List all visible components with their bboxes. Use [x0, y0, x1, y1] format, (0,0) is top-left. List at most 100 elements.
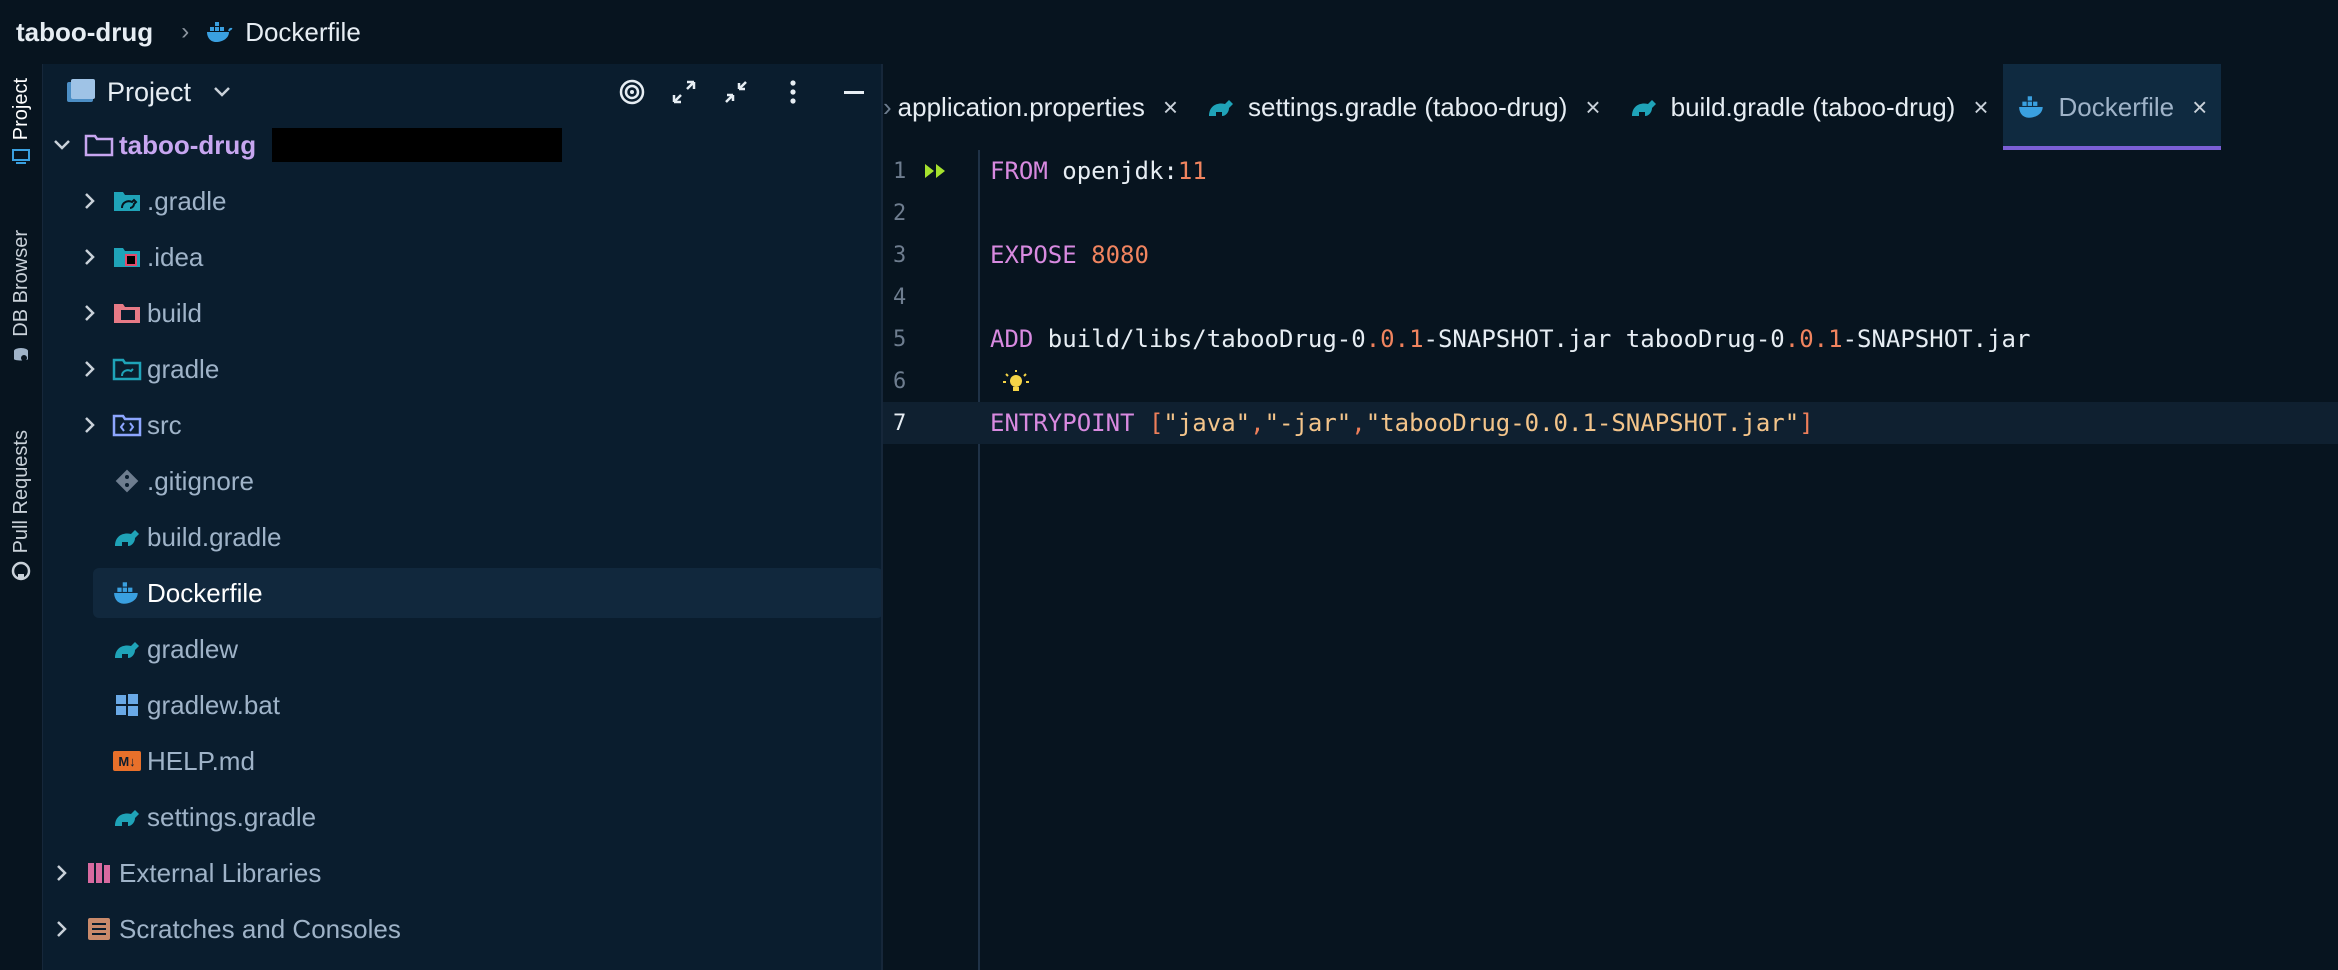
folder-icon [111, 353, 143, 385]
code-line[interactable]: 2 [883, 192, 2338, 234]
chevron-down-icon[interactable] [213, 86, 231, 98]
lightbulb-icon[interactable] [1001, 368, 1031, 396]
tree-root-label: taboo-drug [119, 129, 257, 160]
gradle-elephant-icon [111, 633, 143, 665]
code-token-id: build/libs/tabooDrug-0 [1033, 325, 1366, 353]
tree-item-help-md[interactable]: M↓ HELP.md [111, 736, 881, 786]
gradle-elephant-icon [111, 521, 143, 553]
module-folder-icon [83, 129, 115, 161]
editor-tabs: › application.properties × settings.grad… [883, 64, 2338, 150]
source-folder-icon [111, 409, 143, 441]
code-token-kw: ADD [990, 325, 1034, 353]
code-token-num: 1 [1409, 325, 1424, 353]
tab-build-gradle[interactable]: build.gradle (taboo-drug) × [1615, 64, 2003, 150]
code-line-current[interactable]: 7 ENTRYPOINT ["java","-jar","tabooDrug-0… [883, 402, 2338, 444]
code-token-id: -SNAPSHOT.jar [1842, 325, 2031, 353]
editor-area: › application.properties × settings.grad… [883, 64, 2338, 970]
close-icon[interactable]: × [1163, 92, 1178, 123]
code-token-num: 0 [1380, 325, 1395, 353]
chevron-right-icon[interactable] [49, 920, 75, 938]
code-token-kw: FROM [990, 157, 1048, 185]
gradle-elephant-icon [1206, 94, 1236, 120]
tree-item-build-gradle[interactable]: build.gradle [111, 512, 881, 562]
code-token-id: -SNAPSHOT.jar tabooDrug-0 [1423, 325, 1785, 353]
chevron-right-icon[interactable] [49, 864, 75, 882]
code-token-str: "java" [1163, 409, 1251, 437]
close-icon[interactable]: × [1585, 92, 1600, 123]
github-icon [11, 561, 31, 581]
chevron-right-icon[interactable] [77, 304, 103, 322]
tree-item-scratches[interactable]: Scratches and Consoles [43, 904, 881, 954]
chevron-right-icon[interactable] [77, 416, 103, 434]
chevron-right-icon: › [883, 91, 892, 122]
tool-window-strip: Project DB Browser Pull Requests [0, 64, 43, 970]
tree-item-gitignore[interactable]: .gitignore [111, 456, 881, 506]
git-icon [111, 465, 143, 497]
docker-icon [2017, 95, 2047, 119]
side-tab-project[interactable]: Project [0, 78, 42, 166]
tree-item-gradlew[interactable]: gradlew [111, 624, 881, 674]
run-icon[interactable] [923, 161, 949, 181]
library-icon [83, 857, 115, 889]
gradle-elephant-icon [111, 801, 143, 833]
side-tab-db-browser[interactable]: DB Browser [0, 230, 42, 365]
scratches-icon [83, 913, 115, 945]
code-line[interactable]: 1 FROM openjdk:11 [883, 150, 2338, 192]
code-token-id: openjdk: [1047, 157, 1178, 185]
code-line[interactable]: 5 ADD build/libs/tabooDrug-0.0.1-SNAPSHO… [883, 318, 2338, 360]
chevron-right-icon[interactable] [77, 360, 103, 378]
tree-item-external-libraries[interactable]: External Libraries [43, 848, 881, 898]
code-token-pun: . [1784, 325, 1800, 353]
tree-item-dockerfile[interactable]: Dockerfile [93, 568, 883, 618]
chevron-right-icon[interactable] [77, 192, 103, 210]
code-token-pun: ] [1799, 409, 1814, 437]
tree-item-build-dir[interactable]: build [77, 288, 881, 338]
tree-item-gradle-dir[interactable]: .gradle [77, 176, 881, 226]
windows-icon [111, 689, 143, 721]
database-icon [11, 345, 31, 365]
project-view-selector[interactable]: Project [107, 77, 191, 108]
chevron-down-icon[interactable] [49, 139, 75, 151]
tab-application-properties[interactable]: › application.properties × [883, 64, 1192, 150]
code-token-kw: EXPOSE [990, 241, 1077, 269]
project-panel-header: Project [43, 64, 881, 120]
collapse-all-icon[interactable] [722, 78, 750, 106]
code-token-pun: . [1365, 325, 1381, 353]
close-icon[interactable]: × [2192, 92, 2207, 123]
markdown-icon: M↓ [111, 745, 143, 777]
side-tab-pull-requests[interactable]: Pull Requests [0, 430, 42, 581]
tree-item-gradlew-bat[interactable]: gradlew.bat [111, 680, 881, 730]
breadcrumb-project[interactable]: taboo-drug [16, 17, 153, 48]
chevron-right-icon[interactable] [77, 248, 103, 266]
breadcrumb-file[interactable]: Dockerfile [245, 17, 361, 48]
monitor-icon [11, 148, 31, 166]
tree-item-gradle-folder[interactable]: gradle [77, 344, 881, 394]
code-line[interactable]: 6 [883, 360, 2338, 402]
code-token-pun: , [1250, 409, 1265, 437]
tree-item-src[interactable]: src [77, 400, 881, 450]
project-tool-window: Project taboo-drug .gradle .idea build g… [43, 64, 883, 970]
close-icon[interactable]: × [1973, 92, 1988, 123]
more-options-icon[interactable] [787, 78, 799, 106]
tree-item-settings-gradle[interactable]: settings.gradle [111, 792, 881, 842]
code-token-pun: . [1394, 325, 1410, 353]
locate-file-icon[interactable] [618, 78, 646, 106]
navigation-bar: taboo-drug › Dockerfile [0, 0, 2338, 64]
code-token-id [1135, 409, 1149, 437]
gradle-folder-icon [111, 185, 143, 217]
expand-all-icon[interactable] [670, 78, 698, 106]
hide-panel-icon[interactable] [843, 78, 865, 106]
idea-folder-icon [111, 241, 143, 273]
tab-dockerfile[interactable]: Dockerfile × [2002, 64, 2222, 150]
code-line[interactable]: 4 [883, 276, 2338, 318]
code-line[interactable]: 3 EXPOSE 8080 [883, 234, 2338, 276]
code-token-num: 0 [1799, 325, 1814, 353]
chevron-right-icon: › [181, 18, 190, 45]
tree-item-idea[interactable]: .idea [77, 232, 881, 282]
code-token-str: "tabooDrug-0.0.1-SNAPSHOT.jar" [1365, 409, 1800, 437]
tree-root[interactable]: taboo-drug [43, 120, 881, 170]
gradle-elephant-icon [1629, 94, 1659, 120]
tab-settings-gradle[interactable]: settings.gradle (taboo-drug) × [1192, 64, 1615, 150]
docker-icon [111, 577, 143, 609]
code-token-str: "-jar" [1264, 409, 1352, 437]
